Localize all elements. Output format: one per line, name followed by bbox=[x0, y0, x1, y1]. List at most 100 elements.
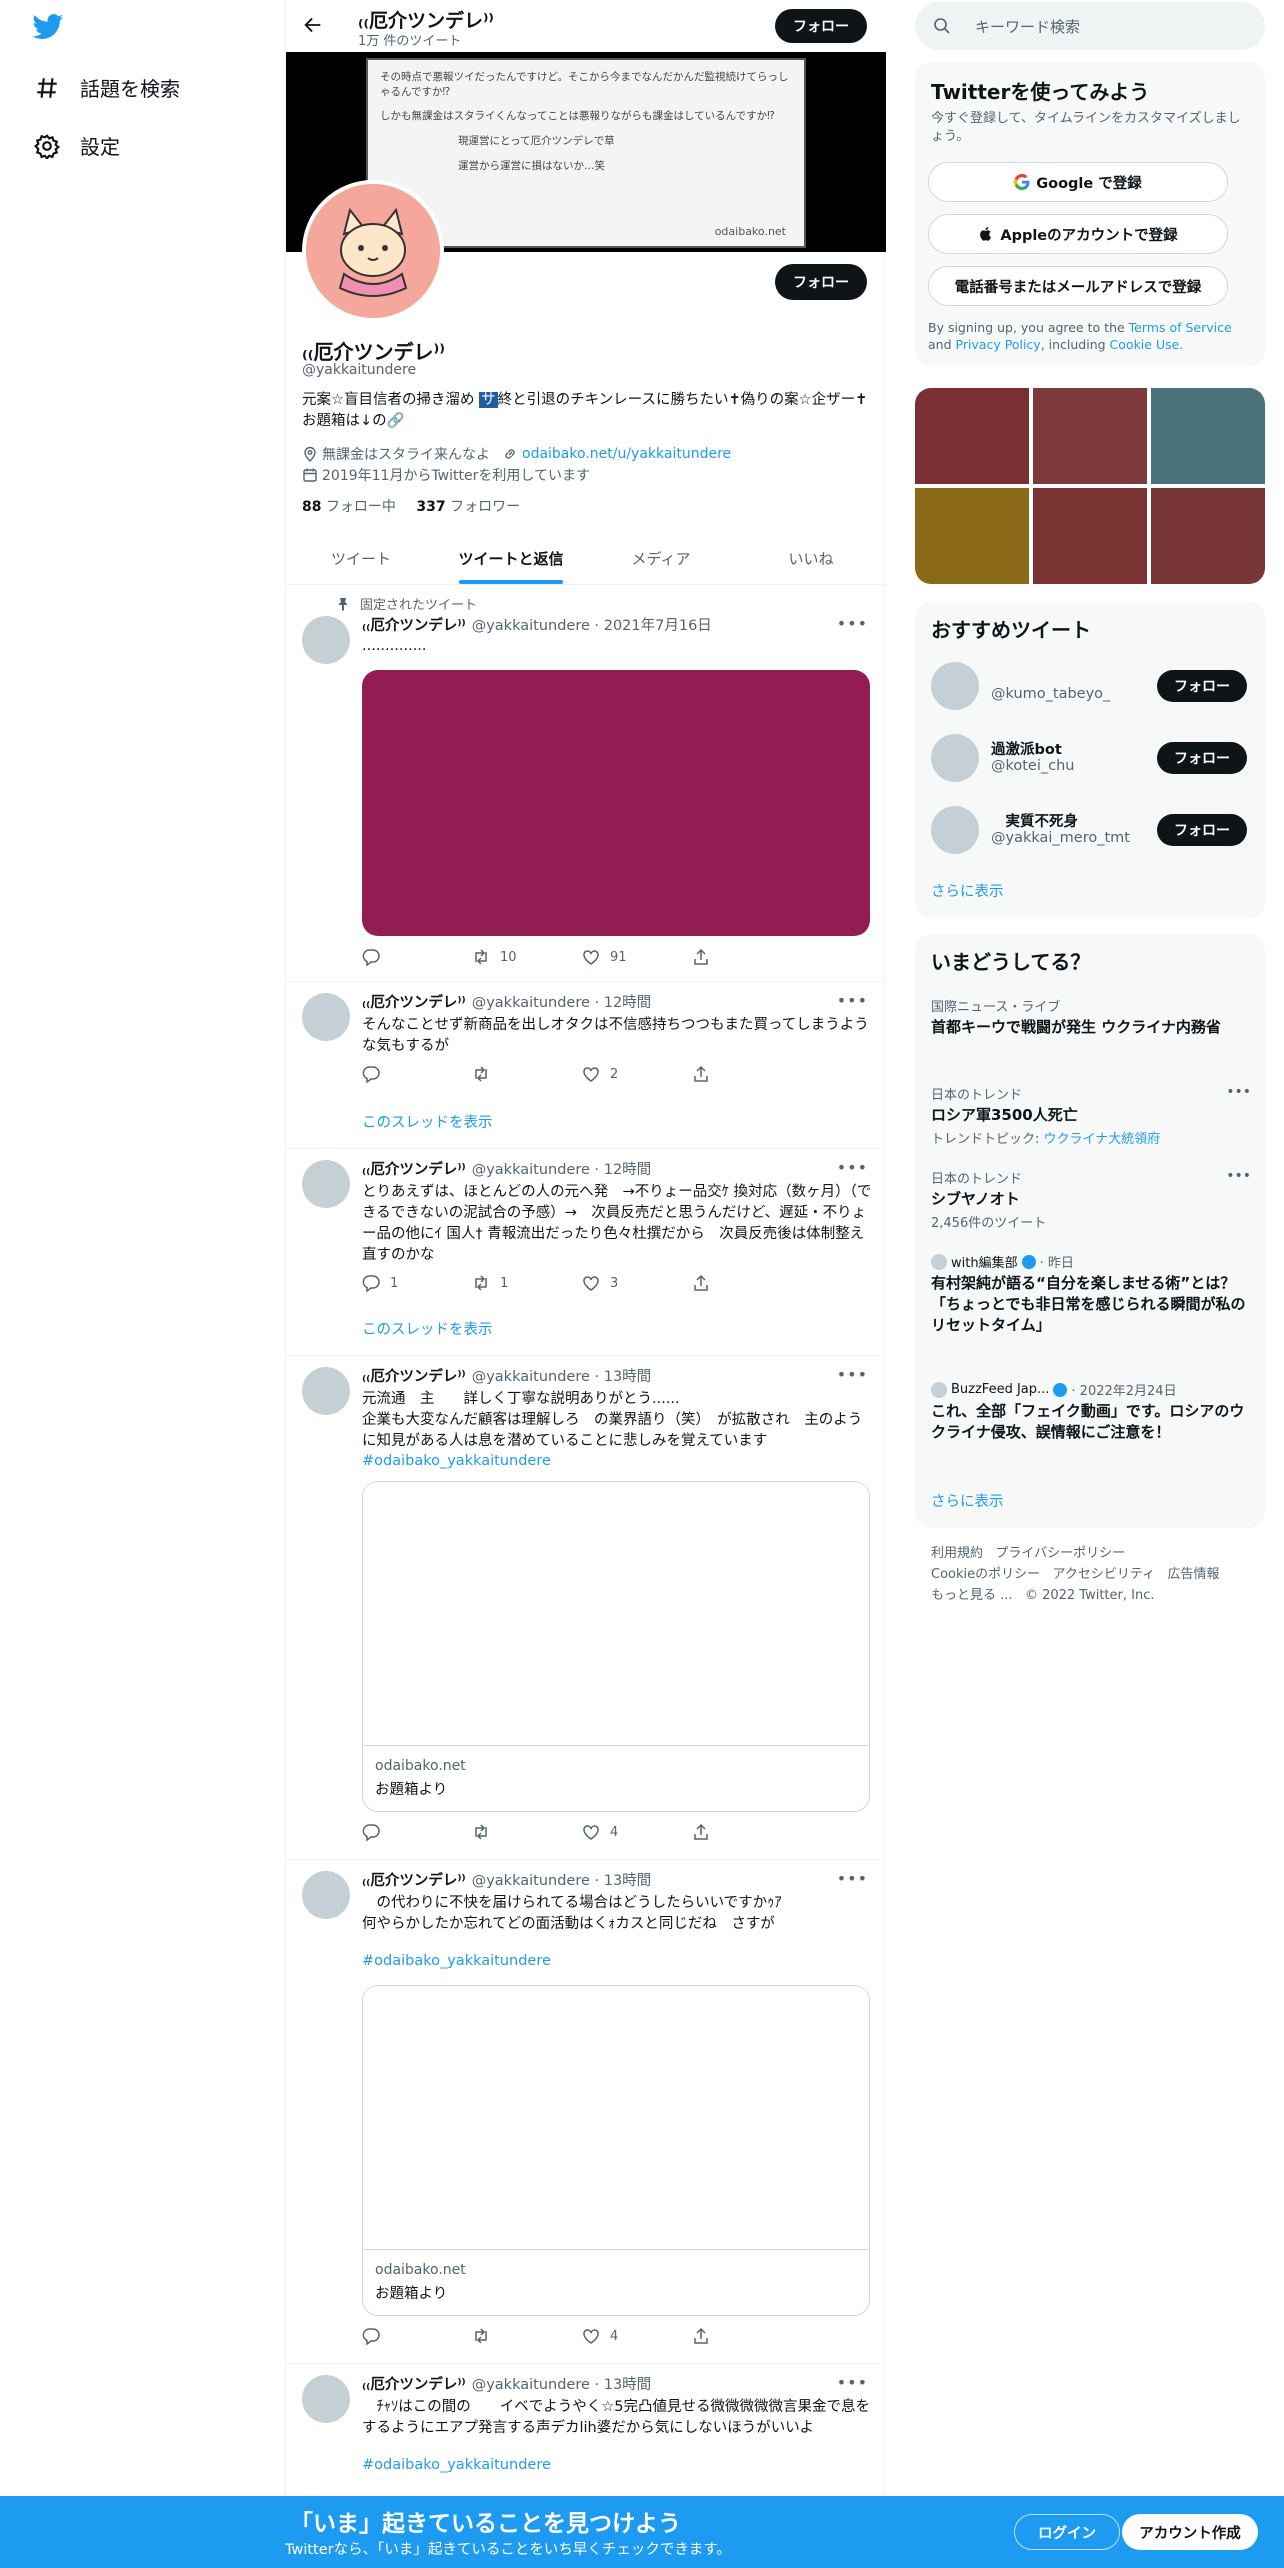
retweet-button[interactable] bbox=[472, 1823, 582, 1841]
trend-item[interactable]: 日本のトレンド シブヤノオト 2,456件のツイート ••• bbox=[931, 1168, 1251, 1231]
hashtag-link[interactable]: #odaibako_yakkaitundere bbox=[362, 1451, 872, 1472]
tab-tweets-and-replies[interactable]: ツイートと返信 bbox=[436, 533, 586, 584]
more-options-icon[interactable]: ••• bbox=[837, 2373, 868, 2392]
more-options-icon[interactable]: ••• bbox=[837, 1158, 868, 1177]
retweet-button[interactable]: 1 bbox=[472, 1274, 582, 1292]
show-more-link[interactable]: さらに表示 bbox=[931, 880, 1004, 901]
cookie-link[interactable]: Cookie Use. bbox=[1110, 337, 1184, 352]
gallery-image[interactable] bbox=[1151, 388, 1265, 484]
trend-topic-link[interactable]: ウクライナ大統領府 bbox=[1044, 1132, 1161, 1147]
tweet-author-name[interactable]: ₍₍厄介ツンデレ⁾⁾ bbox=[362, 1873, 466, 1889]
avatar[interactable] bbox=[302, 1160, 350, 1208]
gallery-image[interactable] bbox=[1033, 388, 1147, 484]
hashtag-link[interactable]: #odaibako_yakkaitundere bbox=[362, 1951, 872, 1972]
like-button[interactable]: 91 bbox=[582, 948, 692, 966]
terms-link[interactable]: Terms of Service bbox=[1129, 320, 1232, 335]
reply-button[interactable]: 1 bbox=[362, 1274, 472, 1292]
footer-cookie-link[interactable]: Cookieのポリシー bbox=[931, 1567, 1040, 1582]
tweet[interactable]: ₍₍厄介ツンデレ⁾⁾ @yakkaitundere · 13時間 ••• 元流通 … bbox=[286, 1357, 886, 1860]
recommended-user[interactable]: 過激派bot @kotei_chu フォロー bbox=[931, 734, 1251, 784]
show-more-link[interactable]: さらに表示 bbox=[931, 1490, 1004, 1511]
tweet-author-name[interactable]: ₍₍厄介ツンデレ⁾⁾ bbox=[362, 618, 466, 634]
tab-media[interactable]: メディア bbox=[586, 533, 736, 584]
tweet[interactable]: ₍₍厄介ツンデレ⁾⁾ @yakkaitundere · 12時間 ••• そんなこ… bbox=[286, 983, 886, 1149]
more-options-icon[interactable]: ••• bbox=[1226, 1084, 1251, 1100]
news-item[interactable]: with編集部 · 昨日 有村架純が語る“自分を楽しませる術”とは？「ちょっとでも… bbox=[931, 1252, 1251, 1336]
follow-button[interactable]: フォロー bbox=[1157, 742, 1247, 774]
gallery-image[interactable] bbox=[915, 488, 1029, 584]
tweet-author-name[interactable]: ₍₍厄介ツンデレ⁾⁾ bbox=[362, 1369, 466, 1385]
footer-more-link[interactable]: もっと見る ... bbox=[931, 1588, 1013, 1603]
signup-button[interactable]: アカウント作成 bbox=[1122, 2514, 1258, 2550]
follow-button[interactable]: フォロー bbox=[1157, 670, 1247, 702]
recommended-user[interactable]: 実質不死身 @yakkai_mero_tmt フォロー bbox=[931, 806, 1251, 856]
avatar[interactable] bbox=[302, 1367, 350, 1415]
share-button[interactable] bbox=[692, 948, 802, 966]
link-card[interactable]: odaibako.net お題箱より bbox=[362, 1481, 870, 1812]
hashtag-link[interactable]: #odaibako_yakkaitundere bbox=[362, 2455, 872, 2476]
reply-button[interactable] bbox=[362, 1065, 472, 1083]
privacy-link[interactable]: Privacy Policy bbox=[956, 337, 1041, 352]
footer-terms-link[interactable]: 利用規約 bbox=[931, 1546, 983, 1561]
avatar[interactable] bbox=[931, 734, 979, 782]
footer-privacy-link[interactable]: プライバシーポリシー bbox=[995, 1546, 1125, 1561]
tweet-pinned[interactable]: 固定されたツイート ₍₍厄介ツンデレ⁾⁾ @yakkaitundere · 202… bbox=[286, 586, 886, 982]
avatar[interactable] bbox=[302, 993, 350, 1041]
show-thread-link[interactable]: このスレッドを表示 bbox=[362, 1111, 493, 1132]
avatar[interactable] bbox=[302, 1871, 350, 1919]
tweet-media-image[interactable] bbox=[362, 670, 870, 936]
login-button[interactable]: ログイン bbox=[1014, 2514, 1120, 2550]
gallery-image[interactable] bbox=[1151, 488, 1265, 584]
footer-accessibility-link[interactable]: アクセシビリティ bbox=[1053, 1567, 1156, 1582]
more-options-icon[interactable]: ••• bbox=[837, 991, 868, 1010]
trend-item[interactable]: 国際ニュース・ライブ 首都キーウで戦闘が発生 ウクライナ内務省 bbox=[931, 996, 1251, 1038]
google-signup-button[interactable]: Google で登録 bbox=[928, 162, 1228, 202]
more-options-icon[interactable]: ••• bbox=[837, 1365, 868, 1384]
tweet-author-name[interactable]: ₍₍厄介ツンデレ⁾⁾ bbox=[362, 1162, 466, 1178]
like-button[interactable]: 4 bbox=[582, 1823, 692, 1841]
following-link[interactable]: 88 フォロー中 bbox=[302, 499, 396, 515]
reply-button[interactable] bbox=[362, 948, 472, 966]
show-thread-link[interactable]: このスレッドを表示 bbox=[362, 1318, 493, 1339]
gallery-image[interactable] bbox=[1033, 488, 1147, 584]
nav-settings[interactable]: 設定 bbox=[34, 131, 120, 160]
share-button[interactable] bbox=[692, 1065, 802, 1083]
tweet-author-name[interactable]: ₍₍厄介ツンデレ⁾⁾ bbox=[362, 995, 466, 1011]
tab-likes[interactable]: いいね bbox=[736, 533, 886, 584]
like-button[interactable]: 3 bbox=[582, 1274, 692, 1292]
profile-avatar[interactable] bbox=[302, 180, 444, 322]
footer-ads-link[interactable]: 広告情報 bbox=[1168, 1567, 1220, 1582]
nav-explore[interactable]: 話題を検索 bbox=[34, 73, 180, 102]
header-follow-button[interactable]: フォロー bbox=[775, 9, 867, 43]
share-button[interactable] bbox=[692, 1823, 802, 1841]
avatar[interactable] bbox=[931, 806, 979, 854]
phone-email-signup-button[interactable]: 電話番号またはメールアドレスで登録 bbox=[928, 266, 1228, 306]
recommended-user[interactable]: @kumo_tabeyo_ フォロー bbox=[931, 662, 1251, 712]
follow-button[interactable]: フォロー bbox=[1157, 814, 1247, 846]
tweet-author-name[interactable]: ₍₍厄介ツンデレ⁾⁾ bbox=[362, 2377, 466, 2393]
avatar[interactable] bbox=[302, 616, 350, 664]
link-card[interactable]: odaibako.net お題箱より bbox=[362, 1985, 870, 2316]
tweet[interactable]: ₍₍厄介ツンデレ⁾⁾ @yakkaitundere · 13時間 ••• ﾁｬｿは… bbox=[286, 2365, 886, 2496]
apple-signup-button[interactable]: Appleのアカウントで登録 bbox=[928, 214, 1228, 254]
tweet[interactable]: ₍₍厄介ツンデレ⁾⁾ @yakkaitundere · 13時間 ••• の代わり… bbox=[286, 1861, 886, 2364]
more-options-icon[interactable]: ••• bbox=[1226, 1168, 1251, 1184]
avatar[interactable] bbox=[931, 662, 979, 710]
twitter-logo-icon[interactable] bbox=[32, 14, 64, 40]
news-item[interactable]: BuzzFeed Jap... · 2022年2月24日 これ、全部「フェイク動画… bbox=[931, 1380, 1251, 1443]
more-options-icon[interactable]: ••• bbox=[837, 1869, 868, 1888]
retweet-button[interactable] bbox=[472, 2327, 582, 2345]
tab-tweets[interactable]: ツイート bbox=[286, 533, 436, 584]
followers-link[interactable]: 337 フォロワー bbox=[416, 499, 520, 515]
back-arrow-icon[interactable] bbox=[302, 14, 324, 36]
retweet-button[interactable]: 10 bbox=[472, 948, 582, 966]
retweet-button[interactable] bbox=[472, 1065, 582, 1083]
share-button[interactable] bbox=[692, 1274, 802, 1292]
profile-follow-button[interactable]: フォロー bbox=[775, 264, 867, 300]
like-button[interactable]: 4 bbox=[582, 2327, 692, 2345]
share-button[interactable] bbox=[692, 2327, 802, 2345]
tweet[interactable]: ₍₍厄介ツンデレ⁾⁾ @yakkaitundere · 12時間 ••• とりあえ… bbox=[286, 1150, 886, 1356]
gallery-image[interactable] bbox=[915, 388, 1029, 484]
like-button[interactable]: 2 bbox=[582, 1065, 692, 1083]
avatar[interactable] bbox=[302, 2375, 350, 2423]
